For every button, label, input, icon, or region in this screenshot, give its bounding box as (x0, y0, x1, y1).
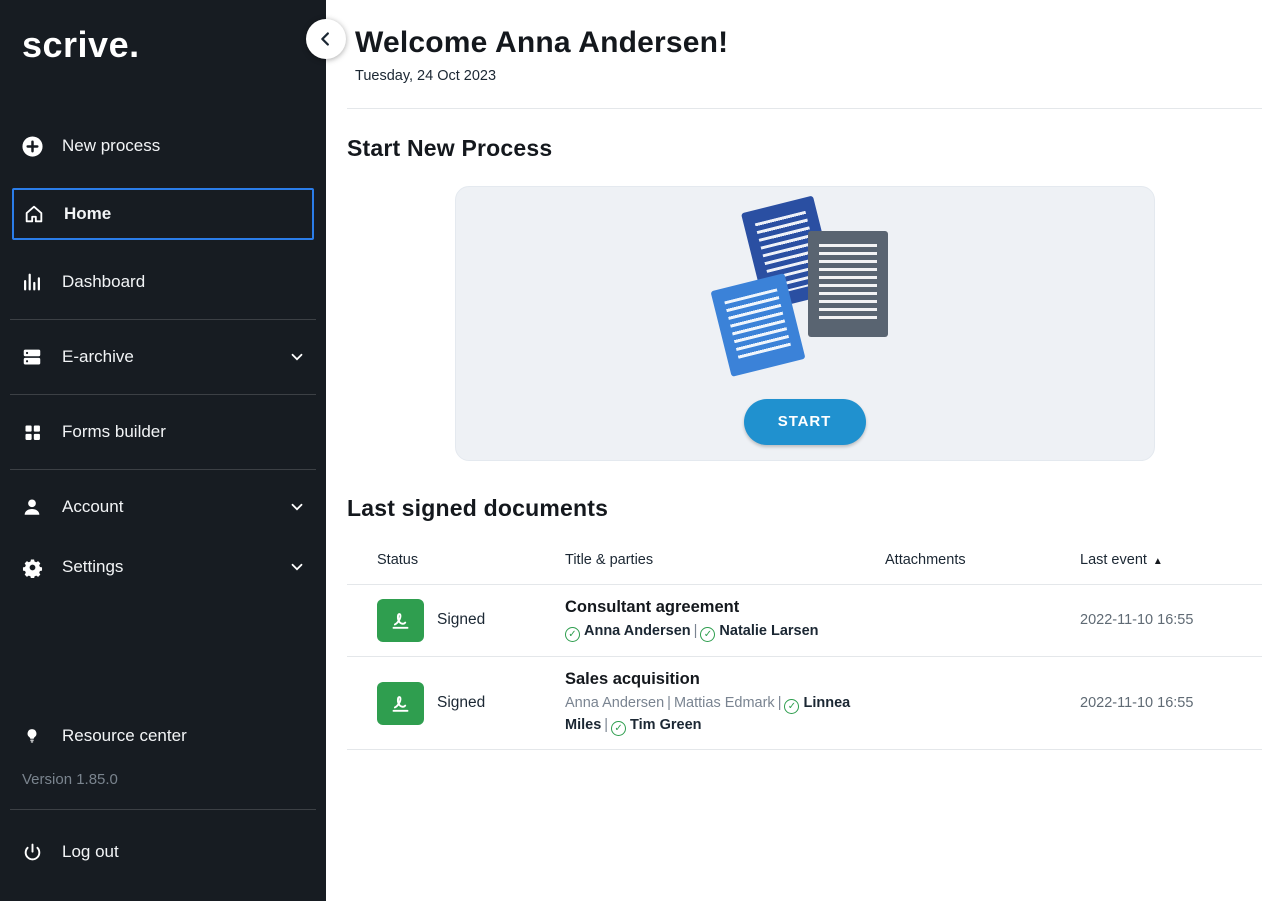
signed-check-icon: ✓ (700, 627, 715, 642)
sidebar-item-new-process[interactable]: New process (0, 120, 326, 172)
status-label: Signed (437, 694, 485, 712)
documents-illustration (720, 203, 890, 375)
page-header: Welcome Anna Andersen! Tuesday, 24 Oct 2… (355, 26, 1262, 84)
column-header-status[interactable]: Status (377, 552, 565, 568)
status-cell: Signed (377, 682, 565, 725)
sidebar-item-e-archive[interactable]: E-archive (0, 331, 326, 383)
documents-table: Status Title & parties Attachments Last … (347, 552, 1262, 750)
last-event-cell: 2022-11-10 16:55 (1080, 695, 1262, 711)
document-parties: Anna Andersen|Mattias Edmark|✓Linnea Mil… (565, 693, 867, 737)
sidebar-item-label: Settings (62, 557, 123, 577)
chevron-left-icon (315, 28, 337, 50)
signature-icon (377, 682, 424, 725)
person-icon (20, 495, 44, 519)
signature-icon (377, 599, 424, 642)
party-separator: | (691, 623, 701, 639)
document-parties: ✓Anna Andersen|✓Natalie Larsen (565, 621, 867, 643)
sidebar-divider (10, 319, 316, 320)
power-icon (20, 840, 44, 864)
chevron-down-icon (288, 558, 306, 576)
column-header-title-parties[interactable]: Title & parties (565, 552, 885, 568)
sidebar-item-logout[interactable]: Log out (0, 821, 326, 883)
party-separator: | (601, 717, 611, 733)
start-button[interactable]: START (744, 399, 866, 445)
page-title: Welcome Anna Andersen! (355, 26, 1262, 60)
signed-check-icon: ✓ (565, 627, 580, 642)
status-cell: Signed (377, 599, 565, 642)
sidebar-item-label: Resource center (62, 726, 187, 746)
party-name: ✓Anna Andersen (565, 623, 691, 639)
sidebar: scrive. New process Home Dashboard (0, 0, 326, 901)
sidebar-item-label: Log out (62, 842, 119, 862)
sidebar-item-label: Dashboard (62, 272, 145, 292)
plus-circle-icon (20, 134, 44, 158)
header-divider (347, 108, 1262, 109)
sidebar-item-resource-center[interactable]: Resource center (0, 711, 326, 761)
archive-icon (20, 345, 44, 369)
sidebar-item-label: New process (62, 136, 160, 156)
start-new-process-section: Start New Process START (347, 135, 1262, 461)
document-title: Consultant agreement (565, 598, 885, 617)
sidebar-item-home[interactable]: Home (12, 188, 314, 240)
current-date: Tuesday, 24 Oct 2023 (355, 68, 1262, 84)
grid-icon (20, 420, 44, 444)
column-header-last-event[interactable]: Last event▲ (1080, 552, 1262, 568)
party-separator: | (664, 695, 674, 711)
chevron-down-icon (288, 498, 306, 516)
party-separator: | (775, 695, 785, 711)
sidebar-divider (10, 394, 316, 395)
section-title: Start New Process (347, 135, 1262, 162)
column-header-attachments[interactable]: Attachments (885, 552, 1080, 568)
table-row[interactable]: Signed Sales acquisition Anna Andersen|M… (347, 657, 1262, 751)
sidebar-item-label: E-archive (62, 347, 134, 367)
sidebar-item-dashboard[interactable]: Dashboard (0, 256, 326, 308)
section-title: Last signed documents (347, 495, 1262, 522)
app-window: scrive. New process Home Dashboard (0, 0, 1280, 901)
signed-check-icon: ✓ (611, 721, 626, 736)
document-title: Sales acquisition (565, 670, 885, 689)
sidebar-item-label: Account (62, 497, 123, 517)
sidebar-item-forms-builder[interactable]: Forms builder (0, 406, 326, 458)
party-name: ✓Natalie Larsen (700, 623, 818, 639)
sidebar-item-label: Forms builder (62, 422, 166, 442)
document-graphic-gray (808, 231, 888, 337)
table-header-row: Status Title & parties Attachments Last … (347, 552, 1262, 585)
gear-icon (20, 555, 44, 579)
start-panel: START (455, 186, 1155, 461)
party-name: Mattias Edmark (674, 695, 775, 711)
last-signed-documents-section: Last signed documents Status Title & par… (347, 495, 1262, 750)
title-parties-cell: Consultant agreement ✓Anna Andersen|✓Nat… (565, 598, 885, 643)
version-label: Version 1.85.0 (0, 765, 326, 802)
sidebar-divider (10, 469, 316, 470)
sidebar-item-account[interactable]: Account (0, 481, 326, 533)
party-name: Anna Andersen (565, 695, 664, 711)
main-content: Welcome Anna Andersen! Tuesday, 24 Oct 2… (326, 0, 1280, 901)
sidebar-item-settings[interactable]: Settings (0, 541, 326, 593)
sort-ascending-icon: ▲ (1153, 556, 1163, 567)
signed-check-icon: ✓ (784, 699, 799, 714)
sidebar-bottom: Resource center Version 1.85.0 Log out (0, 707, 326, 901)
chevron-down-icon (288, 348, 306, 366)
title-parties-cell: Sales acquisition Anna Andersen|Mattias … (565, 670, 885, 737)
home-icon (22, 202, 46, 226)
sidebar-nav: New process Home Dashboard E-archive (0, 116, 326, 597)
table-body: Signed Consultant agreement ✓Anna Anders… (347, 585, 1262, 750)
sidebar-item-label: Home (64, 204, 111, 224)
sidebar-divider (10, 809, 316, 810)
party-name: ✓Tim Green (611, 717, 701, 733)
bar-chart-icon (20, 270, 44, 294)
last-event-cell: 2022-11-10 16:55 (1080, 612, 1262, 628)
table-row[interactable]: Signed Consultant agreement ✓Anna Anders… (347, 585, 1262, 657)
scrive-logo: scrive. (22, 24, 326, 66)
lightbulb-icon (20, 724, 44, 748)
status-label: Signed (437, 611, 485, 629)
collapse-sidebar-button[interactable] (306, 19, 346, 59)
